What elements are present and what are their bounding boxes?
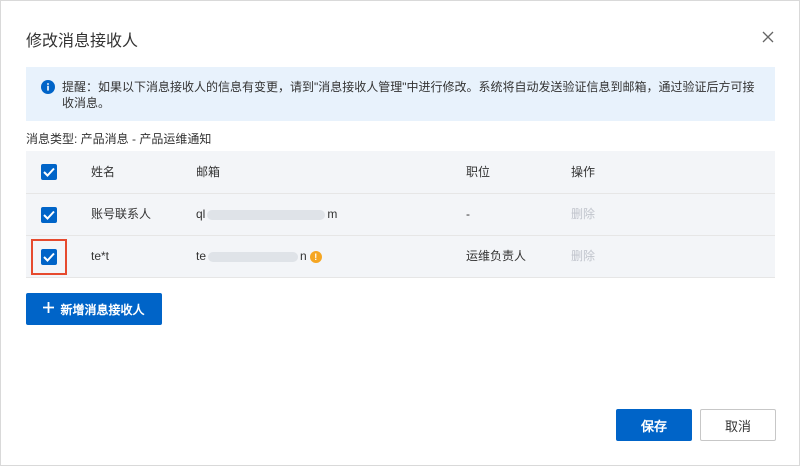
add-receiver-button[interactable]: 新增消息接收人: [26, 293, 162, 325]
column-header-name: 姓名: [91, 165, 116, 179]
cancel-button[interactable]: 取消: [700, 409, 776, 441]
info-icon: [41, 80, 55, 94]
column-header-email: 邮箱: [196, 165, 221, 179]
receiver-email: ql m: [196, 207, 338, 221]
close-icon[interactable]: [759, 28, 777, 46]
receiver-table: 姓名 邮箱 职位 操作 账号联系人 ql m - 删除 te*t te n ! …: [26, 151, 775, 278]
receiver-email: te n !: [196, 236, 322, 277]
plus-icon: [43, 302, 55, 316]
notice-banner: 提醒：如果以下消息接收人的信息有变更，请到"消息接收人管理"中进行修改。系统将自…: [26, 67, 775, 121]
receiver-name: 账号联系人: [91, 207, 152, 221]
delete-link[interactable]: 删除: [571, 194, 595, 235]
select-all-checkbox[interactable]: [41, 164, 57, 180]
column-header-action: 操作: [571, 165, 596, 179]
table-header-row: 姓名 邮箱 职位 操作: [26, 151, 775, 194]
modify-receivers-dialog: 修改消息接收人 提醒：如果以下消息接收人的信息有变更，请到"消息接收人管理"中进…: [0, 0, 800, 466]
row-checkbox[interactable]: [41, 207, 57, 223]
receiver-role: 运维负责人: [466, 249, 527, 263]
row-checkbox[interactable]: [41, 249, 57, 265]
table-row: 账号联系人 ql m - 删除: [26, 194, 775, 236]
column-header-role: 职位: [466, 165, 491, 179]
delete-link[interactable]: 删除: [571, 236, 595, 277]
dialog-title: 修改消息接收人: [26, 33, 139, 50]
warning-icon[interactable]: !: [309, 250, 322, 263]
message-type-label: 消息类型: 产品消息 - 产品运维通知: [26, 132, 212, 146]
receiver-role: -: [466, 207, 470, 221]
receiver-name: te*t: [91, 249, 110, 263]
save-button[interactable]: 保存: [616, 409, 692, 441]
add-receiver-label: 新增消息接收人: [60, 302, 145, 317]
notice-text: 提醒：如果以下消息接收人的信息有变更，请到"消息接收人管理"中进行修改。系统将自…: [62, 80, 755, 110]
table-row: te*t te n ! 运维负责人 删除: [26, 236, 775, 278]
